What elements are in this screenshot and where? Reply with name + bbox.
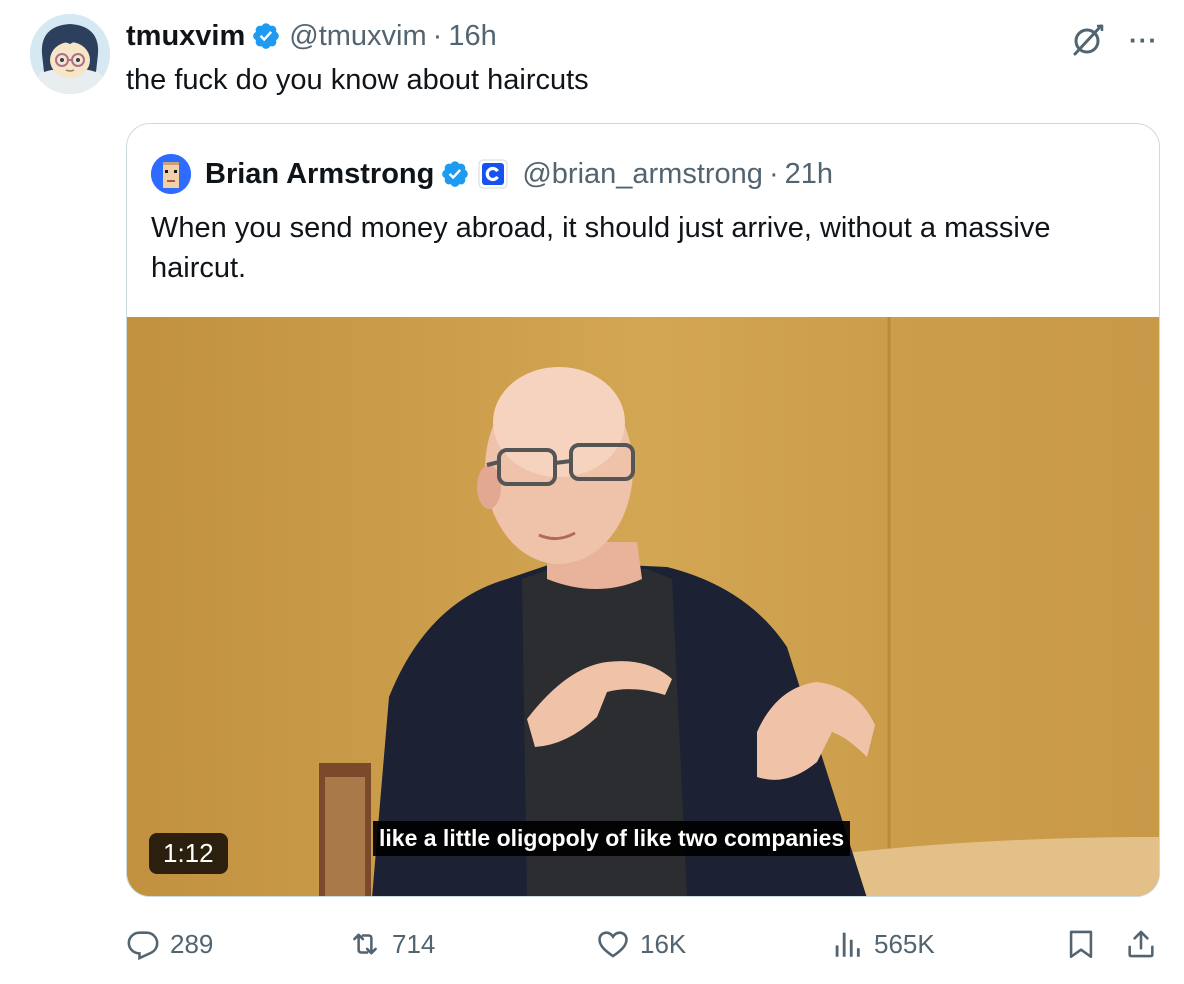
video-duration: 1:12 bbox=[149, 833, 228, 874]
more-icon[interactable]: ··· bbox=[1129, 27, 1158, 53]
bookmark-button[interactable] bbox=[1064, 922, 1098, 966]
quoted-tweet[interactable]: Brian Armstrong @brian_armstrong · 21h W… bbox=[126, 123, 1160, 897]
views-count: 565K bbox=[874, 928, 935, 959]
quote-avatar-illustration bbox=[151, 154, 191, 194]
author-name[interactable]: tmuxvim bbox=[126, 20, 245, 53]
retweet-button[interactable]: 714 bbox=[348, 922, 435, 966]
video-frame bbox=[127, 317, 1159, 896]
author-avatar[interactable] bbox=[30, 14, 110, 94]
avatar-illustration bbox=[30, 14, 110, 94]
author-handle[interactable]: @tmuxvim bbox=[289, 20, 426, 53]
header-separator: · bbox=[432, 19, 443, 52]
quote-header: Brian Armstrong @brian_armstrong · 21h bbox=[151, 154, 833, 194]
verified-badge-icon bbox=[253, 23, 280, 49]
action-bar: 289 714 16K 565K bbox=[126, 922, 1160, 966]
share-icon bbox=[1128, 930, 1154, 958]
quote-author-name[interactable]: Brian Armstrong bbox=[205, 158, 434, 191]
reply-button[interactable]: 289 bbox=[126, 922, 213, 966]
quote-verified-badge-icon bbox=[442, 161, 469, 187]
tweet-text: the fuck do you know about haircuts bbox=[126, 64, 589, 96]
coinbase-org-icon[interactable] bbox=[478, 159, 508, 189]
share-button[interactable] bbox=[1124, 922, 1158, 966]
bookmark-icon bbox=[1069, 930, 1093, 959]
tweet-time[interactable]: 16h bbox=[448, 20, 496, 53]
quote-text: When you send money abroad, it should ju… bbox=[151, 212, 1051, 284]
quote-header-separator: · bbox=[768, 157, 779, 190]
quote-time[interactable]: 21h bbox=[785, 158, 833, 191]
reply-icon bbox=[127, 931, 159, 961]
quote-video[interactable]: 1:12 like a little oligopoly of like two… bbox=[127, 317, 1159, 896]
tweet-header: tmuxvim @tmuxvim · 16h bbox=[126, 18, 497, 54]
quote-author-handle[interactable]: @brian_armstrong bbox=[522, 158, 763, 191]
grok-icon[interactable] bbox=[1067, 20, 1107, 60]
top-actions: ··· bbox=[1067, 20, 1158, 60]
like-icon bbox=[598, 931, 628, 958]
tweet[interactable]: tmuxvim @tmuxvim · 16h ··· the fuck do y… bbox=[0, 0, 1184, 984]
quote-author-avatar[interactable] bbox=[151, 154, 191, 194]
video-caption: like a little oligopoly of like two comp… bbox=[373, 821, 851, 856]
reply-count: 289 bbox=[170, 928, 214, 959]
retweet-count: 714 bbox=[392, 928, 436, 959]
views-icon bbox=[835, 932, 860, 957]
like-count: 16K bbox=[640, 928, 687, 959]
like-button[interactable]: 16K bbox=[596, 922, 686, 966]
views-button[interactable]: 565K bbox=[830, 922, 935, 966]
retweet-icon bbox=[353, 933, 377, 955]
